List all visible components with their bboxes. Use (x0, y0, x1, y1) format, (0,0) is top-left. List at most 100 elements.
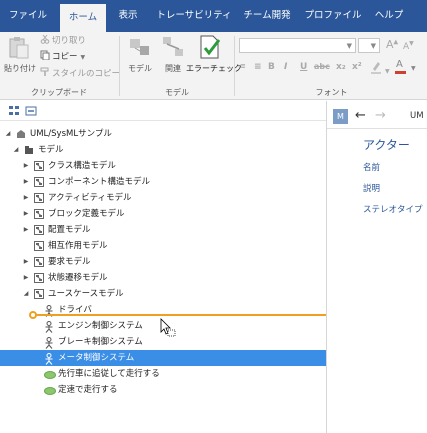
tree-item[interactable]: ▶ コンポーネント構造モデル (0, 174, 326, 190)
tree-item[interactable]: メータ制御システム (0, 350, 326, 366)
interaction-diagram-icon (34, 241, 44, 251)
project-icon (16, 129, 26, 139)
chevron-down-icon: ▼ (385, 68, 390, 75)
tree-item[interactable]: 定速で走行する (0, 382, 326, 398)
tree-item-label: 配置モデル (48, 225, 91, 235)
menu-home[interactable]: ホーム (60, 4, 106, 32)
chevron-down-icon[interactable]: ◢ (12, 142, 20, 158)
chevron-right-icon[interactable]: ▶ (22, 174, 30, 190)
tree-item[interactable]: ▶ 状態遷移モデル (0, 270, 326, 286)
tree-item[interactable]: ◢ モデル (0, 142, 326, 158)
align-left-button[interactable]: ≡ (240, 62, 246, 70)
relation-icon (163, 37, 183, 56)
usecase-diagram-icon (34, 289, 44, 299)
tree-item[interactable]: 先行車に追従して走行する (0, 366, 326, 382)
chevron-right-icon[interactable]: ▶ (22, 254, 30, 270)
model-badge: M (333, 109, 348, 124)
collapse-all-icon[interactable] (25, 105, 37, 117)
italic-button[interactable]: I (284, 62, 287, 72)
highlight-button[interactable] (370, 60, 382, 74)
tree-item-label: 要求モデル (48, 257, 91, 267)
chevron-down-icon: ▼ (411, 65, 416, 72)
tree-item-label: メータ制御システム (58, 353, 135, 363)
font-color-button[interactable]: A (394, 59, 408, 75)
grow-font-button[interactable]: A▲ (386, 38, 398, 51)
menu-view[interactable]: 表示 (108, 0, 148, 32)
tree-item-label: ブロック定義モデル (48, 209, 125, 219)
copy-label: コピー (52, 52, 78, 62)
font-group-label: フォント (315, 88, 348, 97)
menu-team-dev[interactable]: チーム開発 (236, 0, 298, 32)
chevron-down-icon[interactable]: ◢ (4, 126, 12, 142)
activity-diagram-icon (34, 193, 44, 203)
back-arrow-icon[interactable]: ← (355, 108, 366, 123)
requirement-diagram-icon (34, 257, 44, 267)
model-label: モデル (128, 64, 152, 73)
underline-button[interactable]: U (300, 62, 307, 72)
format-painter-icon (40, 67, 49, 76)
breadcrumb: UM (410, 111, 424, 121)
strikethrough-button[interactable]: abc (314, 62, 330, 71)
hierarchy-icon[interactable] (8, 105, 20, 117)
menu-file[interactable]: ファイル (0, 0, 56, 32)
model-folder-icon (24, 145, 34, 155)
font-family-combo[interactable]: ▼ (239, 38, 356, 53)
actor-icon (44, 321, 54, 333)
tree-item[interactable]: ▶ 配置モデル (0, 222, 326, 238)
menu-traceability[interactable]: トレーサビリティ (154, 0, 234, 32)
menu-profile[interactable]: プロファイル (302, 0, 364, 32)
model-group-label: モデル (165, 88, 189, 97)
chevron-right-icon[interactable]: ▶ (22, 190, 30, 206)
drop-indicator-start (29, 311, 37, 319)
field-name-label: 名前 (363, 163, 381, 173)
chevron-right-icon[interactable]: ▶ (22, 270, 30, 286)
cut-label: 切り取り (52, 36, 87, 46)
style-copy-button[interactable]: スタイルのコピー (40, 67, 120, 80)
actor-icon (44, 337, 54, 349)
copy-icon (40, 50, 50, 60)
chevron-down-icon[interactable]: ◢ (22, 286, 30, 302)
forward-arrow-icon[interactable]: → (375, 108, 386, 123)
tree-item[interactable]: ▶ 要求モデル (0, 254, 326, 270)
cut-button[interactable]: 切り取り (40, 34, 86, 47)
tree-item[interactable]: 相互作用モデル (0, 238, 326, 254)
tree-item-label: アクティビティモデル (48, 193, 132, 203)
shrink-font-button[interactable]: A▼ (403, 40, 414, 52)
scissors-icon (40, 34, 50, 44)
relation-label: 関連 (165, 64, 181, 73)
field-description-label: 説明 (363, 184, 381, 194)
component-diagram-icon (34, 177, 44, 187)
state-diagram-icon (34, 273, 44, 283)
ribbon: 貼り付け 切り取り コピー ▼ スタイルのコピー クリップボード モデル 関連 エ… (0, 32, 427, 100)
drag-cursor-icon (160, 318, 176, 337)
deployment-diagram-icon (34, 225, 44, 235)
tree-item[interactable]: ◢ ユースケースモデル (0, 286, 326, 302)
error-check-icon (200, 35, 221, 59)
chevron-right-icon[interactable]: ▶ (22, 206, 30, 222)
font-color-swatch (395, 71, 406, 74)
block-diagram-icon (34, 209, 44, 219)
menu-help[interactable]: ヘルプ (366, 0, 412, 32)
font-size-combo[interactable]: ▼ (358, 38, 380, 53)
pane-splitter[interactable] (326, 101, 327, 433)
tree-item[interactable]: ◢ UML/SysMLサンプル (0, 126, 326, 142)
field-stereotype-label: ステレオタイプ (363, 205, 423, 215)
tree-item[interactable]: ▶ アクティビティモデル (0, 190, 326, 206)
drop-indicator (34, 314, 326, 316)
usecase-icon (44, 385, 56, 395)
tree-item[interactable]: ▶ クラス構造モデル (0, 158, 326, 174)
tree-item[interactable]: ▶ ブロック定義モデル (0, 206, 326, 222)
copy-button[interactable]: コピー ▼ (40, 50, 85, 63)
bold-button[interactable]: B (268, 62, 275, 72)
chevron-right-icon[interactable]: ▶ (22, 222, 30, 238)
usecase-icon (44, 369, 56, 379)
subscript-button[interactable]: x₂ (336, 62, 346, 72)
chevron-right-icon[interactable]: ▶ (22, 158, 30, 174)
ribbon-separator (234, 36, 235, 96)
error-check-label: エラーチェック (186, 64, 242, 73)
align-center-button[interactable]: ≡ (254, 62, 262, 72)
menu-bar: ファイル ホーム 表示 トレーサビリティ チーム開発 プロファイル ヘルプ (0, 0, 427, 32)
superscript-button[interactable]: x² (352, 62, 362, 72)
properties-title: アクター (363, 138, 410, 152)
divider (327, 128, 427, 129)
